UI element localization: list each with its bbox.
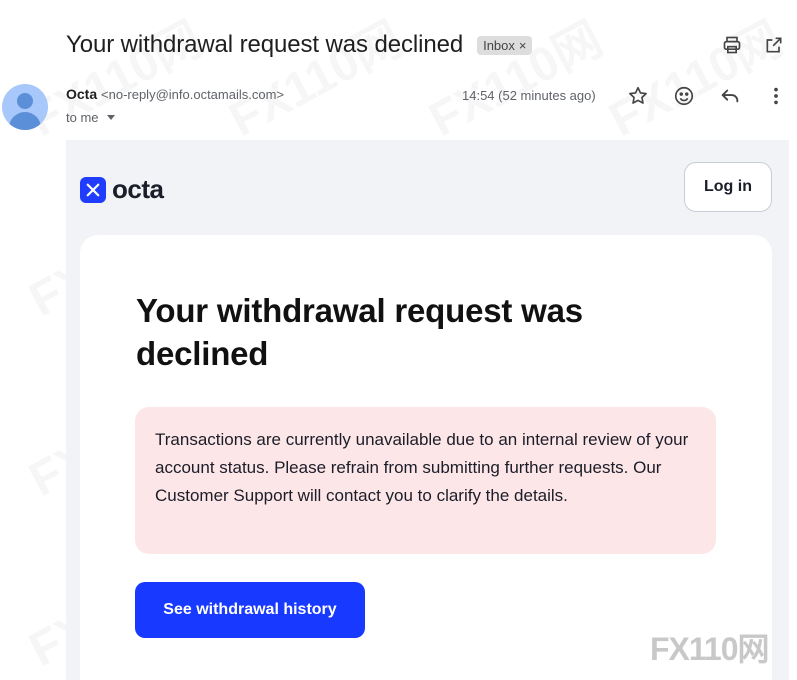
thread-actions <box>721 34 785 56</box>
email-subject: Your withdrawal request was declined <box>66 31 464 58</box>
reply-icon[interactable] <box>718 84 742 108</box>
decline-notice: Transactions are currently unavailable d… <box>135 407 716 554</box>
watermark-tile: FX110网 <box>601 12 791 148</box>
sender-avatar[interactable] <box>2 84 48 130</box>
octa-logo-icon <box>80 176 106 203</box>
emoji-reaction-icon[interactable] <box>672 84 696 108</box>
watermark-tile: FX110网 <box>421 12 611 148</box>
message-card: Your withdrawal request was declined Tra… <box>80 235 772 680</box>
sender-email: <no-reply@info.octamails.com> <box>101 87 285 102</box>
chevron-down-icon[interactable] <box>106 115 115 120</box>
remove-label-icon[interactable]: × <box>519 38 527 53</box>
watermark-tile: FX110网 <box>21 12 211 148</box>
sender-name[interactable]: Octa <box>66 86 97 102</box>
brand-name: octa <box>112 174 164 204</box>
subject-row: Your withdrawal request was declined Inb… <box>66 28 533 62</box>
login-button[interactable]: Log in <box>684 162 772 212</box>
brand-logo[interactable]: octa <box>80 174 164 205</box>
message-timestamp: 14:54 (52 minutes ago) <box>462 88 596 103</box>
see-withdrawal-history-button[interactable]: See withdrawal history <box>135 582 365 638</box>
label-chip-text: Inbox <box>483 37 515 53</box>
watermark-tile: FX110网 <box>221 12 411 148</box>
email-headline: Your withdrawal request was declined <box>136 292 583 372</box>
watermark-logo: FX110网 <box>650 631 770 667</box>
open-in-new-window-icon[interactable] <box>763 34 785 56</box>
star-icon[interactable] <box>626 84 650 108</box>
recipient-label: to me <box>66 110 99 125</box>
sender-info: Octa <no-reply@info.octamails.com> <box>66 86 284 102</box>
recipient-details-toggle[interactable]: to me <box>66 110 115 125</box>
more-vertical-icon[interactable] <box>764 84 788 108</box>
label-chip-inbox[interactable]: Inbox × <box>477 35 533 55</box>
message-actions <box>626 84 788 108</box>
email-body: octa Log in Your withdrawal request was … <box>66 140 789 680</box>
print-icon[interactable] <box>721 34 743 56</box>
